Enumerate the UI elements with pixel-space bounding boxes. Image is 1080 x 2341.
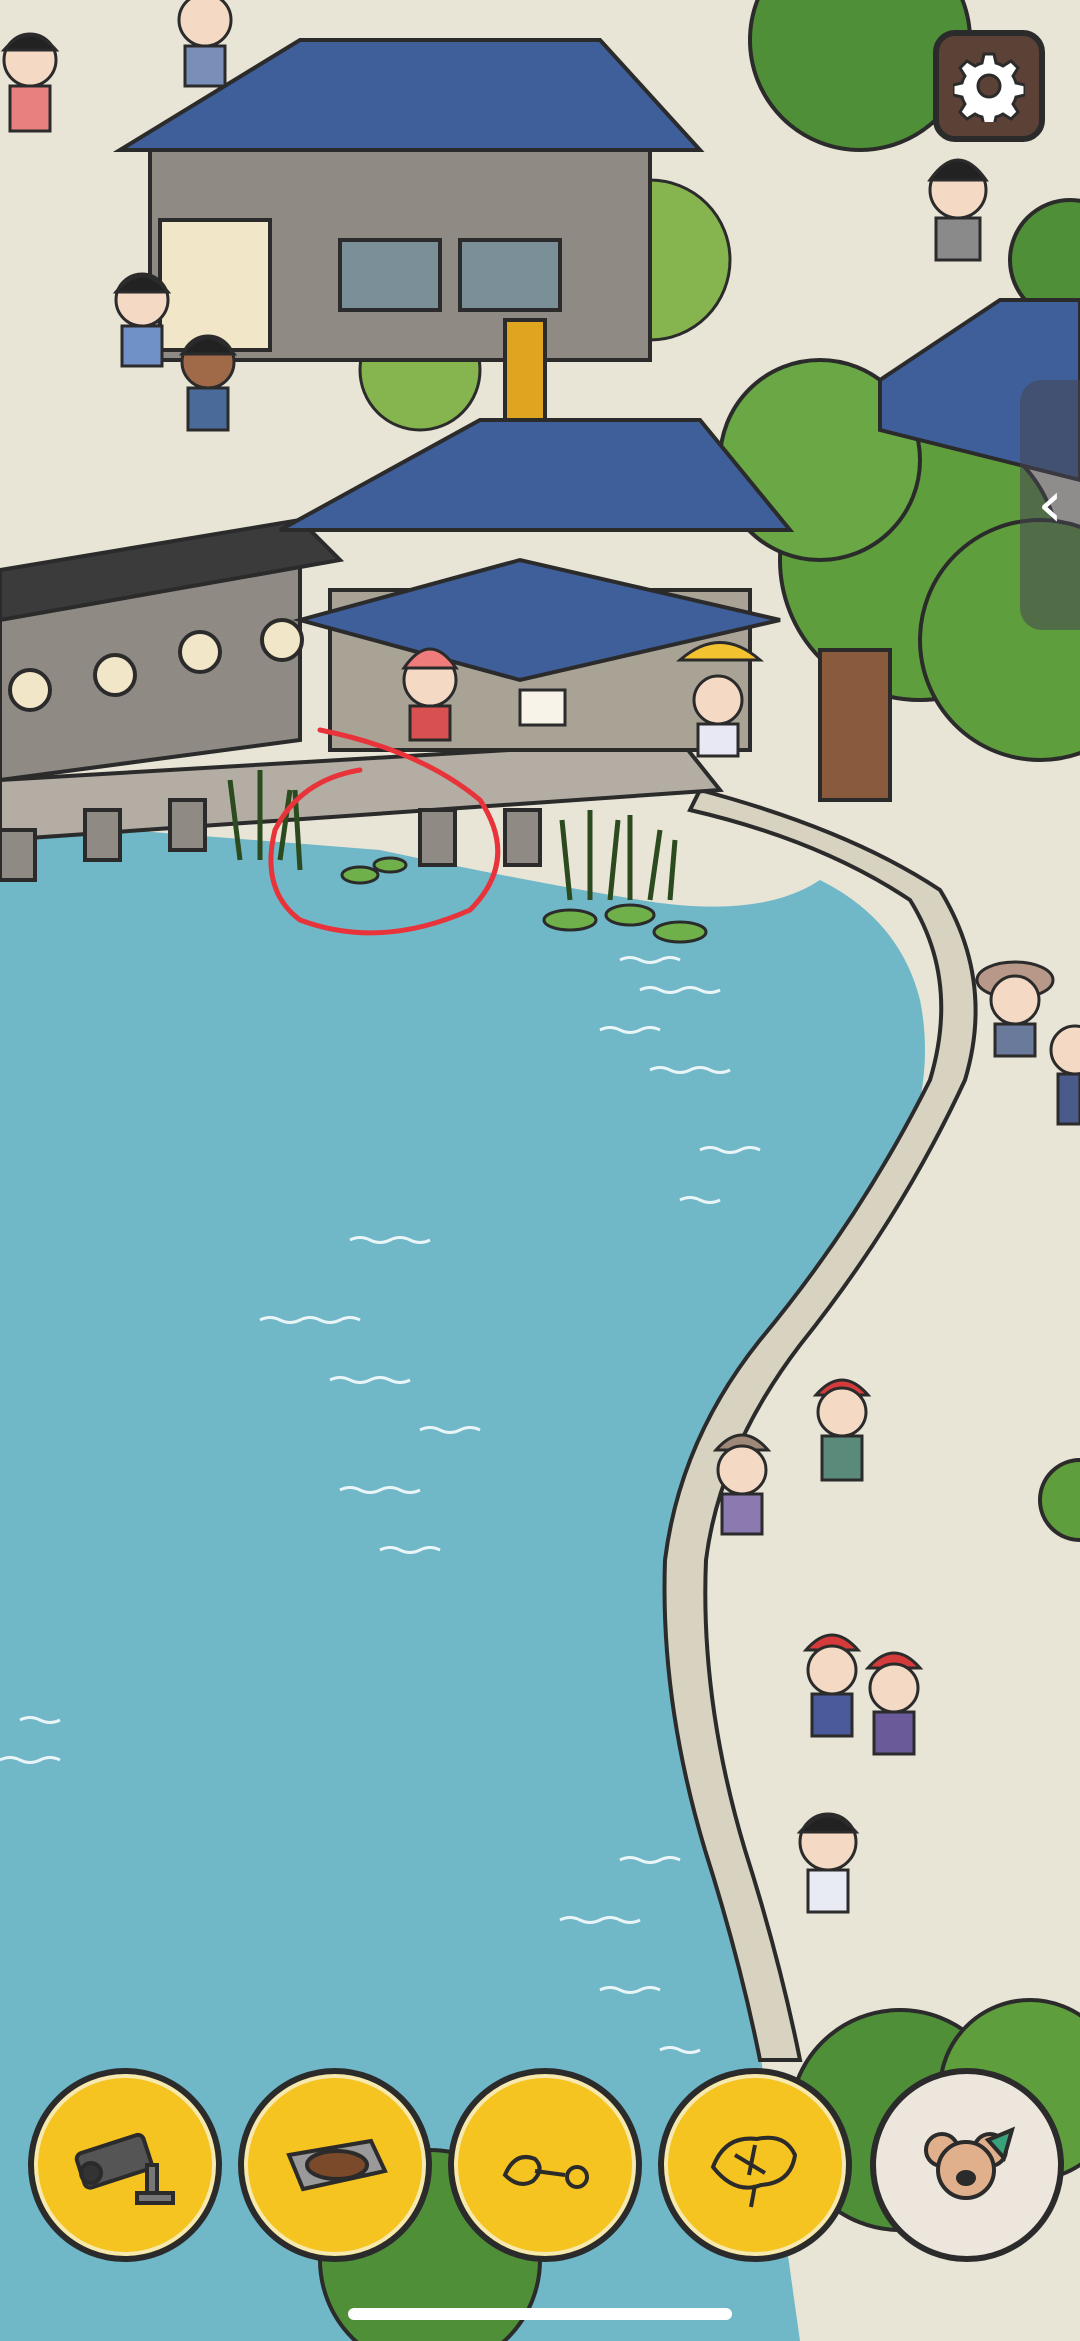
toolbar-item-baking-tray[interactable] bbox=[238, 2068, 432, 2262]
side-panel-toggle[interactable]: ‹ bbox=[1020, 380, 1080, 630]
character bbox=[112, 272, 172, 368]
toolbar-item-security-camera[interactable] bbox=[28, 2068, 222, 2262]
home-indicator[interactable] bbox=[348, 2308, 732, 2320]
character bbox=[401, 647, 459, 742]
leaf-icon bbox=[710, 2135, 798, 2208]
koala-avatar-icon bbox=[924, 2126, 1016, 2200]
character bbox=[796, 1812, 860, 1914]
settings-button[interactable] bbox=[933, 30, 1045, 142]
game-scene[interactable] bbox=[0, 0, 1080, 2341]
keychain-icon bbox=[502, 2155, 589, 2189]
toolbar-item-keychain[interactable] bbox=[448, 2068, 642, 2262]
chevron-left-icon: ‹ bbox=[1037, 468, 1063, 542]
gear-icon bbox=[953, 52, 1025, 122]
character bbox=[802, 1633, 862, 1738]
toolbar-item-koala[interactable] bbox=[870, 2068, 1064, 2262]
character bbox=[927, 158, 989, 262]
baking-tray-icon bbox=[286, 2138, 388, 2192]
toolbar-item-leaf[interactable] bbox=[658, 2068, 852, 2262]
character bbox=[864, 1651, 924, 1756]
character bbox=[712, 1433, 772, 1536]
security-camera-icon bbox=[74, 2132, 175, 2205]
